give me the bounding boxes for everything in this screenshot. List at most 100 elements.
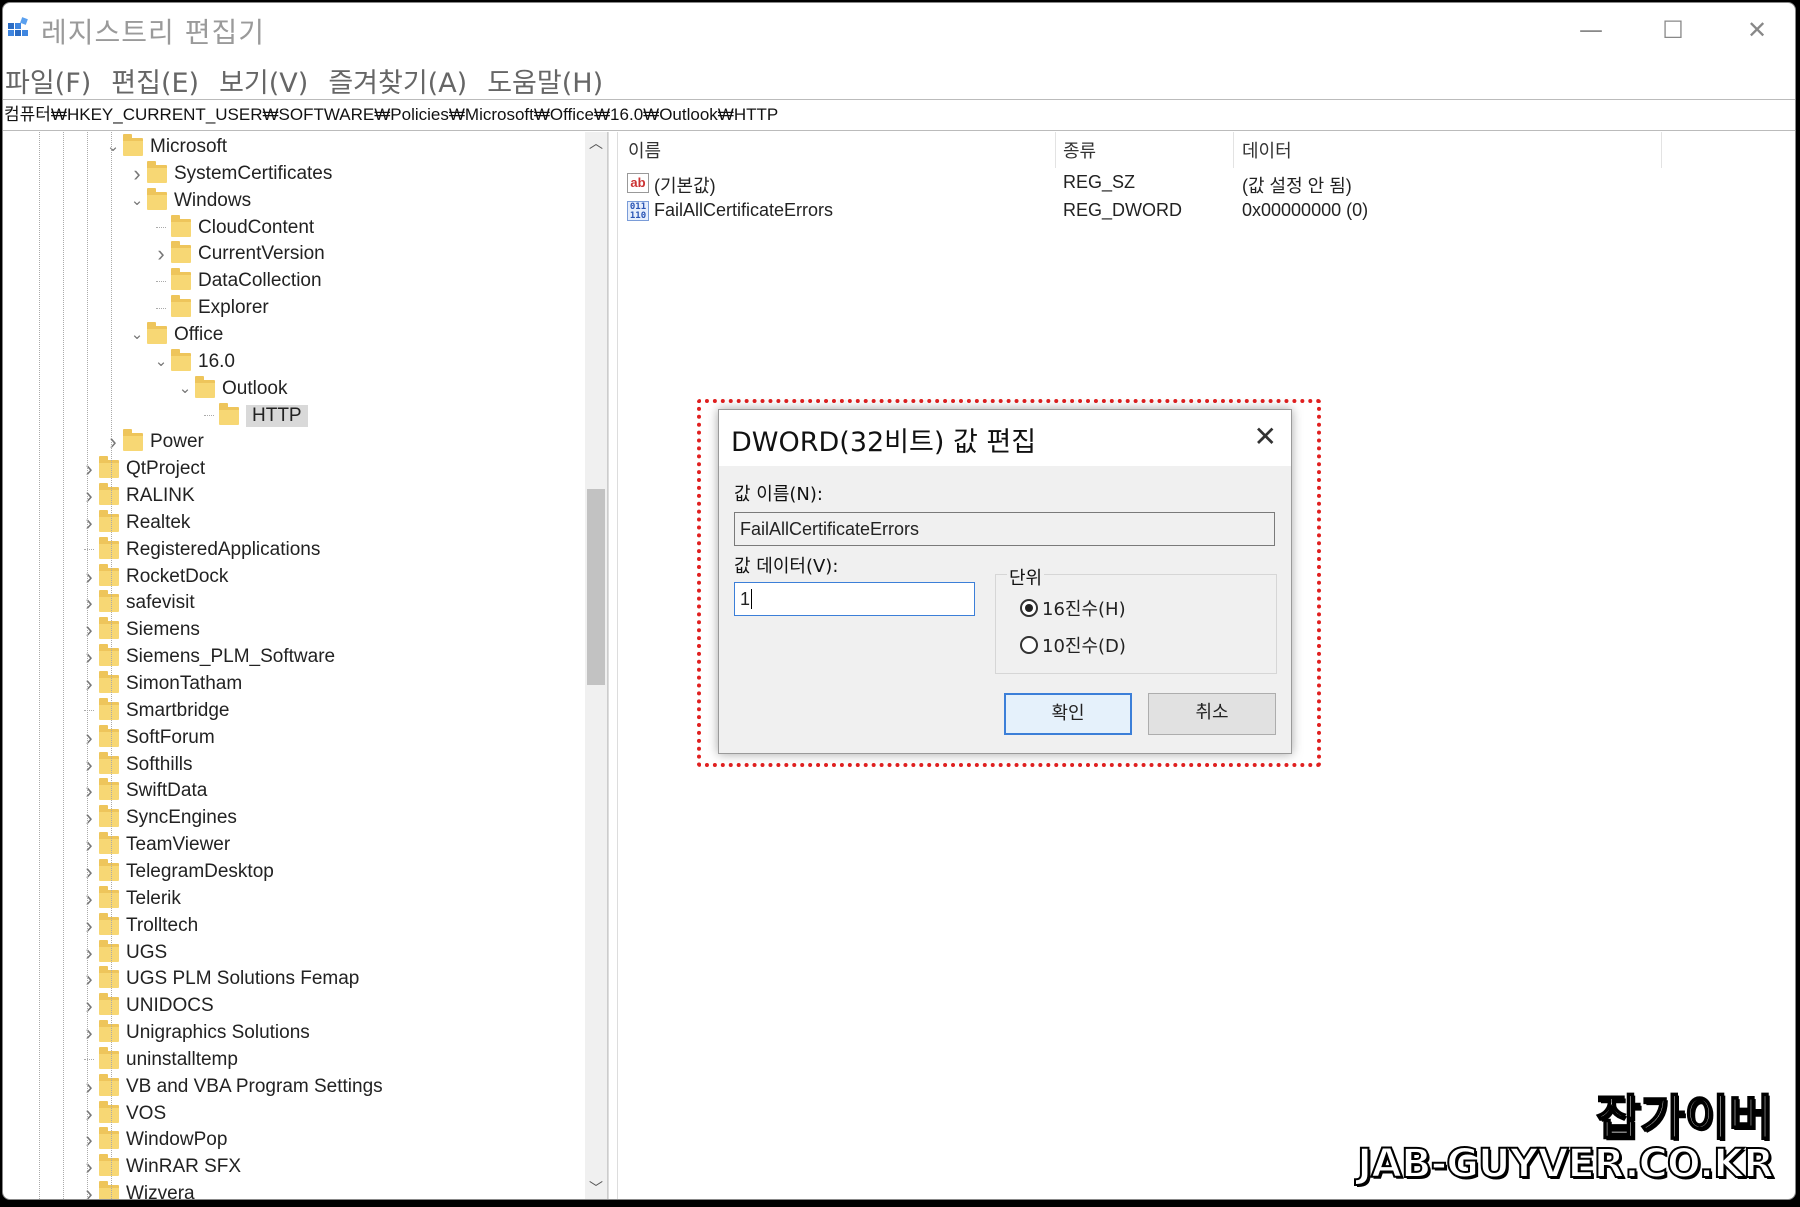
tree-node[interactable]: › Telerik: [79, 885, 181, 912]
chevron-right-icon[interactable]: ›: [79, 1127, 99, 1153]
tree-node[interactable]: › UGS PLM Solutions Femap: [79, 966, 359, 992]
tree-scrollbar[interactable]: ︿ ﹀: [585, 132, 607, 1199]
chevron-right-icon[interactable]: ›: [103, 429, 123, 455]
chevron-right-icon[interactable]: ›: [79, 590, 99, 616]
chevron-right-icon[interactable]: ›: [127, 161, 147, 187]
column-divider[interactable]: [1661, 132, 1662, 168]
chevron-right-icon[interactable]: ›: [151, 241, 171, 267]
tree-node[interactable]: Smartbridge: [79, 697, 230, 724]
tree-node[interactable]: › RALINK: [79, 483, 195, 509]
tree-node[interactable]: RegisteredApplications: [79, 536, 320, 563]
chevron-right-icon[interactable]: ›: [79, 1020, 99, 1046]
chevron-down-icon[interactable]: ⌄: [175, 376, 195, 402]
chevron-right-icon[interactable]: ›: [79, 1154, 99, 1180]
tree-node[interactable]: › Trolltech: [79, 912, 198, 939]
scroll-thumb[interactable]: [587, 489, 605, 685]
chevron-right-icon[interactable]: ›: [79, 671, 99, 697]
column-divider[interactable]: [1233, 132, 1234, 168]
tree-node[interactable]: ⌄ Windows: [127, 187, 251, 214]
chevron-right-icon[interactable]: ›: [79, 564, 99, 590]
tree-node[interactable]: › SoftForum: [79, 724, 215, 751]
chevron-right-icon[interactable]: ›: [79, 483, 99, 509]
tree-node[interactable]: › Wizvera: [79, 1181, 195, 1199]
tree-node[interactable]: › QtProject: [79, 456, 205, 482]
tree-node[interactable]: › Unigraphics Solutions: [79, 1020, 310, 1046]
tree-node[interactable]: › Realtek: [79, 509, 190, 536]
chevron-right-icon[interactable]: ›: [79, 832, 99, 858]
chevron-right-icon[interactable]: ›: [79, 913, 99, 939]
tree-node[interactable]: ⌄ Microsoft: [103, 134, 227, 160]
radio-decimal[interactable]: 10진수(D): [1020, 632, 1126, 658]
chevron-down-icon[interactable]: ⌄: [127, 188, 147, 214]
tree-node[interactable]: › Softhills: [79, 751, 193, 778]
tree-node[interactable]: › VB and VBA Program Settings: [79, 1073, 383, 1100]
tree-node[interactable]: › SwiftData: [79, 778, 207, 804]
tree-node[interactable]: › WindowPop: [79, 1127, 227, 1153]
menu-file[interactable]: 파일(F): [3, 55, 103, 99]
chevron-right-icon[interactable]: ›: [79, 778, 99, 804]
chevron-right-icon[interactable]: ›: [79, 510, 99, 536]
chevron-right-icon[interactable]: ›: [79, 1101, 99, 1127]
menu-view[interactable]: 보기(V): [217, 55, 320, 99]
chevron-right-icon[interactable]: ›: [79, 940, 99, 966]
chevron-right-icon[interactable]: ›: [79, 966, 99, 992]
minimize-button[interactable]: —: [1571, 15, 1611, 47]
chevron-right-icon[interactable]: ›: [79, 1181, 99, 1199]
pane-splitter[interactable]: [608, 132, 618, 1199]
chevron-right-icon[interactable]: ›: [79, 886, 99, 912]
chevron-right-icon[interactable]: ›: [79, 993, 99, 1019]
chevron-down-icon[interactable]: ⌄: [151, 349, 171, 375]
chevron-right-icon[interactable]: ›: [79, 617, 99, 643]
column-header-type[interactable]: 종류: [1063, 137, 1096, 163]
menu-help[interactable]: 도움말(H): [485, 55, 615, 99]
tree-node[interactable]: ⌄ 16.0: [151, 348, 235, 375]
column-divider[interactable]: [1055, 132, 1056, 168]
tree-node[interactable]: › TeamViewer: [79, 832, 230, 858]
tree-node[interactable]: uninstalltemp: [79, 1046, 238, 1073]
tree-node[interactable]: › SyncEngines: [79, 805, 237, 831]
chevron-right-icon[interactable]: ›: [79, 456, 99, 482]
menu-edit[interactable]: 편집(E): [109, 55, 211, 99]
tree-node[interactable]: › TelegramDesktop: [79, 858, 274, 885]
tree-node[interactable]: › UNIDOCS: [79, 993, 214, 1019]
chevron-right-icon[interactable]: ›: [79, 752, 99, 778]
tree-node[interactable]: CloudContent: [151, 214, 314, 241]
tree-node[interactable]: HTTP: [199, 402, 308, 429]
chevron-right-icon[interactable]: ›: [79, 1074, 99, 1100]
tree-node[interactable]: › SimonTatham: [79, 671, 242, 697]
tree-node[interactable]: › Siemens: [79, 617, 200, 643]
chevron-right-icon[interactable]: ›: [79, 725, 99, 751]
tree-node[interactable]: › Power: [103, 429, 204, 455]
tree-node[interactable]: › Siemens_PLM_Software: [79, 644, 335, 670]
list-row[interactable]: ab (기본값) REG_SZ (값 설정 안 됨): [618, 170, 1418, 196]
chevron-right-icon[interactable]: ›: [79, 859, 99, 885]
tree-node[interactable]: › RocketDock: [79, 563, 228, 590]
column-header-data[interactable]: 데이터: [1242, 137, 1292, 163]
menu-favorites[interactable]: 즐겨찾기(A): [326, 55, 479, 99]
chevron-down-icon[interactable]: ⌄: [127, 322, 147, 348]
tree-node[interactable]: › SystemCertificates: [127, 160, 332, 187]
tree-node[interactable]: Explorer: [151, 295, 269, 321]
cancel-button[interactable]: 취소: [1148, 693, 1276, 735]
maximize-button[interactable]: ☐: [1653, 15, 1693, 47]
list-row[interactable]: 011 110 FailAllCertificateErrors REG_DWOR…: [618, 198, 1418, 224]
dialog-close-icon[interactable]: ✕: [1254, 420, 1277, 453]
scroll-down-icon[interactable]: ﹀: [585, 1177, 607, 1199]
radio-hexadecimal[interactable]: 16진수(H): [1020, 595, 1126, 621]
scroll-up-icon[interactable]: ︿: [585, 132, 607, 156]
ok-button[interactable]: 확인: [1004, 693, 1132, 735]
tree-node[interactable]: › UGS: [79, 939, 167, 966]
tree-node[interactable]: › VOS: [79, 1100, 166, 1127]
tree-node[interactable]: ⌄ Outlook: [175, 375, 287, 402]
tree-node[interactable]: › WinRAR SFX: [79, 1154, 241, 1180]
column-header-name[interactable]: 이름: [628, 137, 661, 163]
chevron-down-icon[interactable]: ⌄: [103, 134, 123, 160]
chevron-right-icon[interactable]: ›: [79, 644, 99, 670]
tree-node[interactable]: ⌄ Office: [127, 321, 223, 348]
tree-node[interactable]: › safevisit: [79, 590, 195, 616]
close-button[interactable]: ✕: [1737, 15, 1777, 47]
address-bar[interactable]: 컴퓨터₩HKEY_CURRENT_USER₩SOFTWARE₩Policies₩…: [3, 99, 1795, 131]
value-data-input[interactable]: 1: [734, 582, 975, 616]
chevron-right-icon[interactable]: ›: [79, 805, 99, 831]
tree-node[interactable]: DataCollection: [151, 268, 322, 294]
